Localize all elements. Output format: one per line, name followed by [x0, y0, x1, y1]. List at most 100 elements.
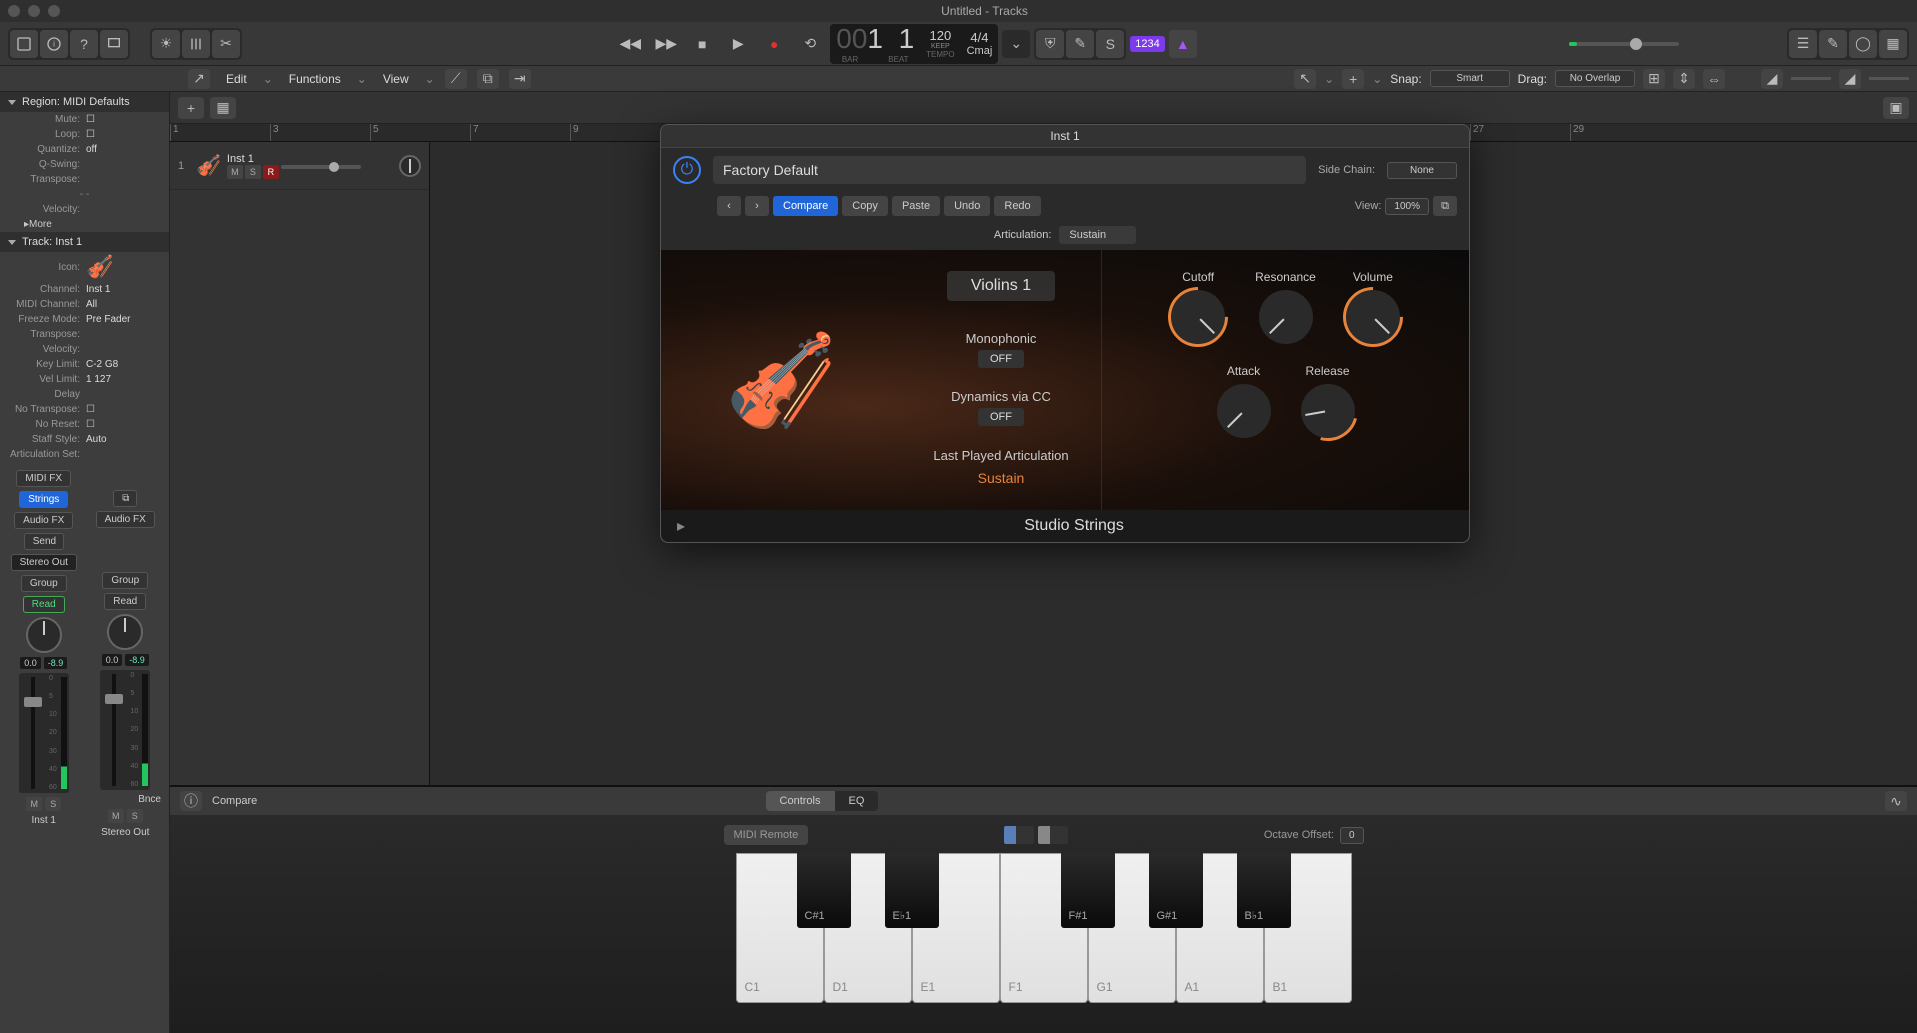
output-button[interactable]: Stereo Out [11, 554, 77, 571]
smart-controls-icon[interactable]: ☀ [152, 30, 180, 58]
solo2-button[interactable]: S [127, 809, 143, 823]
channel-value[interactable]: Inst 1 [86, 284, 110, 295]
release-knob[interactable] [1301, 384, 1355, 438]
compare-smart-button[interactable]: Compare [212, 795, 257, 807]
play-icon[interactable]: ▶ [722, 30, 754, 58]
forward-icon[interactable]: ▶▶ [650, 30, 682, 58]
key-value[interactable]: Cmaj [967, 45, 993, 57]
vellimit-value[interactable]: 1 127 [86, 374, 111, 385]
help-icon[interactable]: ? [70, 30, 98, 58]
hzoom-icon[interactable]: ⇔ [1703, 69, 1725, 89]
tempo-value[interactable]: 120 [930, 28, 952, 43]
audiofx2-button[interactable]: Audio FX [96, 511, 155, 528]
instrument-name-button[interactable]: Violins 1 [947, 271, 1055, 301]
track-volume-slider[interactable] [281, 165, 361, 169]
track-instrument-icon[interactable]: 🎻 [86, 254, 113, 280]
master-volume-slider[interactable] [1569, 42, 1679, 46]
bnce-label[interactable]: Bnce [90, 794, 162, 805]
fader[interactable]: 051020304060 [19, 673, 69, 793]
read2-button[interactable]: Read [104, 593, 146, 610]
drag-select[interactable]: No Overlap [1555, 70, 1635, 87]
compare-button[interactable]: Compare [773, 196, 838, 216]
prev-preset-icon[interactable]: ‹ [717, 196, 741, 216]
track-record-button[interactable]: R [263, 165, 279, 179]
track-pan-knob[interactable] [399, 155, 421, 177]
more-disclosure[interactable]: ▸ More [0, 217, 169, 232]
editors-icon[interactable]: ✂ [212, 30, 240, 58]
info-icon[interactable]: ⓘ [180, 791, 202, 811]
volume-knob[interactable] [1346, 290, 1400, 344]
automation-icon[interactable]: ⟋ [445, 69, 467, 89]
resonance-knob[interactable] [1259, 290, 1313, 344]
track-name-label[interactable]: Inst 1 [227, 153, 393, 165]
midi-remote-button[interactable]: MIDI Remote [724, 825, 809, 845]
view-zoom-select[interactable]: 100% [1385, 198, 1429, 215]
record-icon[interactable]: ● [758, 30, 790, 58]
zoom-window-icon[interactable] [48, 5, 60, 17]
lcd-dropdown-icon[interactable]: ⌄ [1002, 30, 1030, 58]
view-menu[interactable]: View [377, 70, 415, 88]
solo-button[interactable]: S [45, 797, 61, 811]
midichannel-value[interactable]: All [86, 299, 97, 310]
piano-keyboard[interactable]: C1D1E1F1G1A1B1C#1E♭1F#1G#1B♭1 [736, 853, 1352, 1003]
mixer-icon[interactable] [182, 30, 210, 58]
copy-button[interactable]: Copy [842, 196, 888, 216]
track-mute-button[interactable]: M [227, 165, 243, 179]
metronome-icon[interactable]: ▲ [1169, 30, 1197, 58]
next-preset-icon[interactable]: › [745, 196, 769, 216]
rewind-icon[interactable]: ◀◀ [614, 30, 646, 58]
black-key[interactable]: B♭1 [1237, 853, 1291, 928]
midifx-button[interactable]: MIDI FX [16, 470, 71, 487]
zoom-v-slider-icon[interactable]: ◢ [1761, 69, 1783, 89]
cutoff-knob[interactable] [1171, 290, 1225, 344]
monophonic-toggle[interactable]: OFF [978, 350, 1024, 368]
volume-knob[interactable] [1630, 38, 1642, 50]
browsers-icon[interactable]: ▦ [1879, 30, 1907, 58]
link-icon[interactable]: ↗ [188, 69, 210, 89]
automation-read-button[interactable]: Read [23, 596, 65, 613]
zoom-h-slider-icon[interactable]: ◢ [1839, 69, 1861, 89]
replace-icon[interactable]: ⛨ [1036, 30, 1064, 58]
count-in-button[interactable]: 1234 [1130, 36, 1164, 52]
paste-button[interactable]: Paste [892, 196, 940, 216]
solo-icon[interactable]: S [1096, 30, 1124, 58]
preset-selector[interactable]: Factory Default [713, 156, 1306, 184]
noreset-checkbox[interactable]: ☐ [86, 419, 95, 430]
audiofx-button[interactable]: Audio FX [14, 512, 73, 529]
pointer-tool-icon[interactable]: ↖ [1294, 69, 1316, 89]
black-key[interactable]: C#1 [797, 853, 851, 928]
power-icon[interactable]: ⏻ [673, 156, 701, 184]
track-header[interactable]: Track: Inst 1 [0, 232, 169, 252]
pencil-tool-icon[interactable]: + [1342, 69, 1364, 89]
group-button[interactable]: Group [21, 575, 67, 592]
staffstyle-value[interactable]: Auto [86, 434, 107, 445]
redo-button[interactable]: Redo [994, 196, 1040, 216]
dynamics-toggle[interactable]: OFF [978, 408, 1024, 426]
duplicate-track-button[interactable]: ▦ [210, 97, 236, 119]
catch-icon[interactable]: ⇥ [509, 69, 531, 89]
waveform-zoom-icon[interactable]: ⊞ [1643, 69, 1665, 89]
keyboard-range-icon[interactable] [1004, 826, 1068, 844]
loops-icon[interactable]: ◯ [1849, 30, 1877, 58]
inspector-icon[interactable]: i [40, 30, 68, 58]
autopunch-icon[interactable]: ✎ [1066, 30, 1094, 58]
list-editors-icon[interactable]: ☰ [1789, 30, 1817, 58]
black-key[interactable]: G#1 [1149, 853, 1203, 928]
undo-button[interactable]: Undo [944, 196, 990, 216]
lcd-display[interactable]: 001 1 BARBEAT 120 KEEP TEMPO 4/4 Cmaj [830, 24, 998, 64]
vzoom-icon[interactable]: ⇕ [1673, 69, 1695, 89]
track-solo-button[interactable]: S [245, 165, 261, 179]
flex-icon[interactable]: ⧉ [477, 69, 499, 89]
eq-tab[interactable]: EQ [835, 791, 879, 811]
timesig-value[interactable]: 4/4 [970, 30, 988, 45]
loop-checkbox[interactable]: ☐ [86, 129, 95, 140]
pan-knob[interactable] [26, 617, 62, 653]
arpeggiator-icon[interactable]: ∿ [1885, 791, 1907, 811]
sidechain-select[interactable]: None [1387, 162, 1457, 179]
send-button[interactable]: Send [24, 533, 64, 550]
minimize-window-icon[interactable] [28, 5, 40, 17]
black-key[interactable]: E♭1 [885, 853, 939, 928]
black-key[interactable]: F#1 [1061, 853, 1115, 928]
cycle-icon[interactable]: ⟲ [794, 30, 826, 58]
add-track-button[interactable]: + [178, 97, 204, 119]
